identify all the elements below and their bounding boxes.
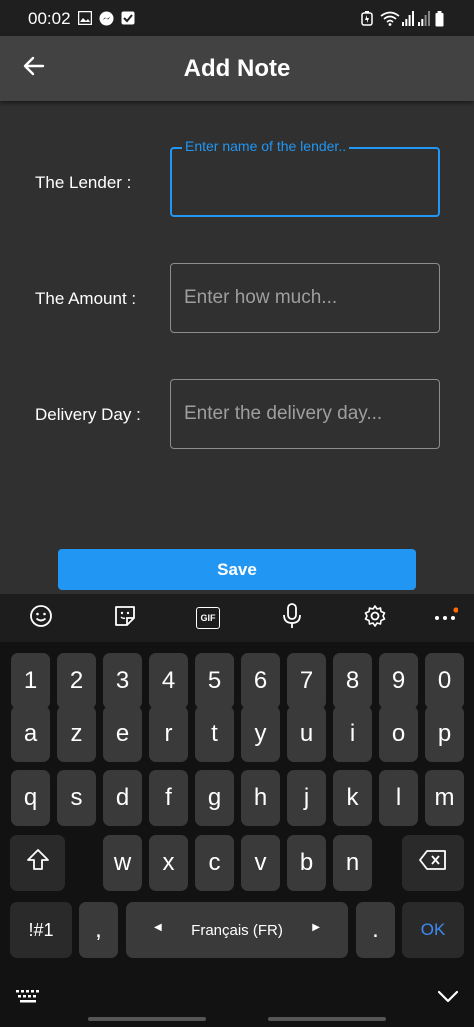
symbols-key[interactable]: !#1 xyxy=(10,902,72,958)
nav-pill-right xyxy=(268,1017,386,1021)
key-6[interactable]: 6 xyxy=(241,653,280,709)
key-y[interactable]: y xyxy=(241,706,280,762)
keyboard-icon[interactable] xyxy=(16,990,40,1009)
amount-field[interactable] xyxy=(170,263,440,333)
signal-icon xyxy=(402,11,414,31)
chevron-down-icon[interactable] xyxy=(437,990,459,1009)
key-1[interactable]: 1 xyxy=(11,653,50,709)
key-2[interactable]: 2 xyxy=(57,653,96,709)
shift-key[interactable] xyxy=(10,835,65,891)
nav-pill-left xyxy=(88,1017,206,1021)
sticker-icon xyxy=(113,604,137,633)
key-i[interactable]: i xyxy=(333,706,372,762)
backspace-icon xyxy=(419,849,447,877)
space-key-label: Français (FR) xyxy=(191,921,283,939)
more-icon xyxy=(432,604,459,633)
app-bar: Add Note xyxy=(0,36,474,101)
key-v[interactable]: v xyxy=(241,835,280,891)
key-m[interactable]: m xyxy=(425,770,464,826)
key-a[interactable]: a xyxy=(11,706,50,762)
key-o[interactable]: o xyxy=(379,706,418,762)
more-options-button[interactable] xyxy=(429,602,461,634)
key-3[interactable]: 3 xyxy=(103,653,142,709)
key-d[interactable]: d xyxy=(103,770,142,826)
key-7[interactable]: 7 xyxy=(287,653,326,709)
comma-key[interactable]: , xyxy=(79,902,118,958)
key-l[interactable]: l xyxy=(379,770,418,826)
wifi-icon xyxy=(380,11,400,31)
microphone-icon xyxy=(282,602,302,634)
amount-input[interactable] xyxy=(171,264,439,332)
key-k[interactable]: k xyxy=(333,770,372,826)
status-time: 00:02 xyxy=(28,9,71,28)
battery-icon xyxy=(435,11,444,32)
key-n[interactable]: n xyxy=(333,835,372,891)
ok-key[interactable]: OK xyxy=(402,902,464,958)
key-4[interactable]: 4 xyxy=(149,653,188,709)
backspace-key[interactable] xyxy=(402,835,464,891)
arrow-left-small-icon: ◀ xyxy=(154,922,162,933)
key-b[interactable]: b xyxy=(287,835,326,891)
key-e[interactable]: e xyxy=(103,706,142,762)
key-g[interactable]: g xyxy=(195,770,234,826)
status-bar: 00:02 xyxy=(0,0,474,36)
emoji-button[interactable] xyxy=(25,602,57,634)
key-p[interactable]: p xyxy=(425,706,464,762)
lender-label: The Lender : xyxy=(35,173,132,192)
battery-saver-icon xyxy=(361,11,373,31)
emoji-icon xyxy=(29,604,53,633)
key-9[interactable]: 9 xyxy=(379,653,418,709)
amount-label: The Amount : xyxy=(35,289,137,308)
voice-input-button[interactable] xyxy=(276,602,308,634)
key-0[interactable]: 0 xyxy=(425,653,464,709)
arrow-right-small-icon: ▶ xyxy=(312,922,320,933)
sticker-button[interactable] xyxy=(109,602,141,634)
settings-icon xyxy=(363,604,387,633)
navigation-bar xyxy=(0,974,474,1027)
key-h[interactable]: h xyxy=(241,770,280,826)
key-x[interactable]: x xyxy=(149,835,188,891)
key-u[interactable]: u xyxy=(287,706,326,762)
keyboard: 1234567890 azertyuiop qsdfghjklm wxcvbn … xyxy=(0,642,474,1027)
signal-icon xyxy=(418,11,430,31)
lender-input[interactable] xyxy=(172,149,438,215)
key-5[interactable]: 5 xyxy=(195,653,234,709)
keyboard-settings-button[interactable] xyxy=(359,602,391,634)
key-q[interactable]: q xyxy=(11,770,50,826)
key-w[interactable]: w xyxy=(103,835,142,891)
key-z[interactable]: z xyxy=(57,706,96,762)
checkbox-icon xyxy=(121,11,135,30)
gif-icon: GIF xyxy=(196,607,220,629)
key-t[interactable]: t xyxy=(195,706,234,762)
gif-button[interactable]: GIF xyxy=(192,602,224,634)
lender-field[interactable]: Enter name of the lender.. xyxy=(170,138,440,217)
key-8[interactable]: 8 xyxy=(333,653,372,709)
image-icon xyxy=(77,10,93,30)
space-key[interactable]: ◀ Français (FR) ▶ xyxy=(126,902,348,958)
key-r[interactable]: r xyxy=(149,706,188,762)
delivery-label: Delivery Day : xyxy=(35,405,141,424)
save-button[interactable]: Save xyxy=(58,549,416,590)
keyboard-toolbar: GIF xyxy=(0,594,474,642)
key-s[interactable]: s xyxy=(57,770,96,826)
delivery-input[interactable] xyxy=(171,380,439,448)
shift-icon xyxy=(26,848,50,879)
period-key[interactable]: . xyxy=(356,902,395,958)
delivery-field[interactable] xyxy=(170,379,440,449)
key-f[interactable]: f xyxy=(149,770,188,826)
page-title: Add Note xyxy=(183,55,291,82)
key-c[interactable]: c xyxy=(195,835,234,891)
key-j[interactable]: j xyxy=(287,770,326,826)
messenger-icon xyxy=(99,11,114,31)
